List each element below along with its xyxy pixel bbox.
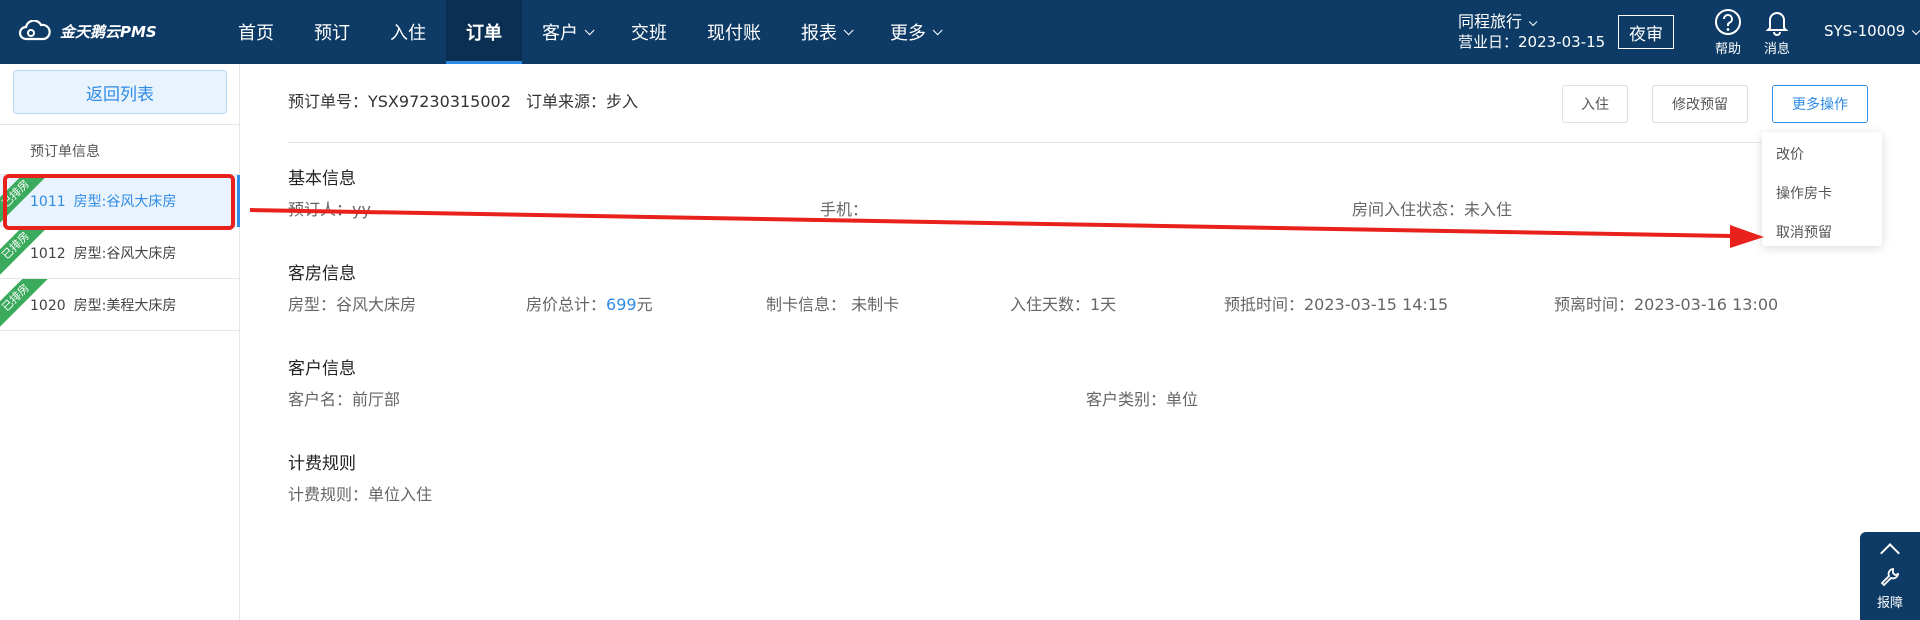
booking-info-label[interactable]: 预订单信息 <box>30 141 100 161</box>
chevron-down-icon <box>1528 17 1538 27</box>
cloud-logo-icon <box>18 20 51 41</box>
hotel-selector[interactable]: 同程旅行 营业日：2023-03-15 <box>1458 12 1605 52</box>
billing-rule-field: 计费规则：单位入住 <box>288 485 433 504</box>
logo-text: 金天鹅云PMS <box>60 22 157 41</box>
annotation-highlight-box <box>3 174 235 230</box>
basic-info-title: 基本信息 <box>288 169 356 189</box>
chevron-up-icon <box>1880 543 1900 563</box>
nav-customers[interactable]: 客户 <box>522 0 611 64</box>
checkin-button[interactable]: 入住 <box>1562 85 1628 123</box>
checkin-status-field: 房间入住状态：未入住 <box>1352 200 1513 219</box>
room-type: 房型:美程大床房 <box>73 297 177 314</box>
room-number: 1012 <box>30 245 66 262</box>
top-navbar: 金天鹅云PMS 首页 预订 入住 订单 客户 交班 现付账 报表 更多 同程旅行… <box>0 0 1920 64</box>
booker-field: 预订人：yy <box>288 200 371 219</box>
order-sidebar: 返回列表 预订单信息 已排房 1011 房型:谷风大床房 已排房 1012 房型:谷… <box>0 64 240 620</box>
divider <box>0 124 240 125</box>
app-logo[interactable]: 金天鹅云PMS <box>18 20 157 42</box>
order-header: 预订单号：YSX97230315002 订单来源：步入 <box>288 88 648 112</box>
customer-name-field: 客户名：前厅部 <box>288 390 401 409</box>
chevron-down-icon <box>932 24 943 35</box>
business-day: 营业日：2023-03-15 <box>1458 33 1606 51</box>
wrench-icon <box>1880 567 1900 587</box>
room-info-title: 客房信息 <box>288 264 356 284</box>
more-actions-menu: 改价 操作房卡 取消预留 <box>1762 132 1882 246</box>
room-type-field: 房型：谷风大床房 <box>288 295 417 314</box>
total-price-field: 房价总计：699元 <box>526 295 653 314</box>
customer-info-title: 客户信息 <box>288 359 356 379</box>
order-number: 预订单号：YSX97230315002 <box>288 92 511 111</box>
user-account[interactable]: SYS-10009 <box>1824 22 1920 40</box>
nav-home[interactable]: 首页 <box>218 0 294 64</box>
repair-float-button[interactable]: 报障 <box>1860 532 1920 620</box>
room-number: 1020 <box>30 297 66 314</box>
room-type: 房型:谷风大床房 <box>73 245 177 262</box>
repair-label: 报障 <box>1876 596 1903 611</box>
help-button[interactable]: 帮助 <box>1703 8 1753 57</box>
chevron-down-icon <box>1912 26 1920 36</box>
phone-field: 手机： <box>820 200 869 219</box>
card-info-field: 制卡信息： 未制卡 <box>766 295 900 314</box>
messages-button[interactable]: 消息 <box>1752 8 1802 57</box>
menu-item-change-price[interactable]: 改价 <box>1776 144 1804 164</box>
night-audit-button[interactable]: 夜审 <box>1618 15 1674 49</box>
departure-time-field: 预离时间：2023-03-16 13:00 <box>1554 295 1779 314</box>
hotel-name: 同程旅行 <box>1458 12 1523 31</box>
chevron-down-icon <box>843 24 854 35</box>
modify-reservation-button[interactable]: 修改预留 <box>1652 85 1748 123</box>
help-icon <box>1715 9 1741 35</box>
nights-field: 入住天数：1天 <box>1010 295 1117 314</box>
nav-orders[interactable]: 订单 <box>446 0 522 64</box>
back-to-list-button[interactable]: 返回列表 <box>13 70 227 114</box>
order-source: 订单来源：步入 <box>525 92 638 111</box>
menu-item-cancel-reservation[interactable]: 取消预留 <box>1776 222 1832 242</box>
billing-rule-title: 计费规则 <box>288 454 356 474</box>
room-item-1020[interactable]: 已排房 1020 房型:美程大床房 <box>0 279 240 331</box>
arrival-time-field: 预抵时间：2023-03-15 14:15 <box>1224 295 1449 314</box>
nav-booking[interactable]: 预订 <box>294 0 370 64</box>
room-item-1012[interactable]: 已排房 1012 房型:谷风大床房 <box>0 227 240 279</box>
nav-cash-account[interactable]: 现付账 <box>687 0 781 64</box>
main-nav: 首页 预订 入住 订单 客户 交班 现付账 报表 更多 <box>218 0 959 64</box>
total-price-value: 699 <box>606 295 637 314</box>
customer-category-field: 客户类别：单位 <box>1086 390 1199 409</box>
bell-icon <box>1765 12 1789 36</box>
nav-checkin[interactable]: 入住 <box>370 0 446 64</box>
more-actions-button[interactable]: 更多操作 <box>1772 85 1868 123</box>
divider <box>288 142 1880 143</box>
menu-item-room-card[interactable]: 操作房卡 <box>1776 183 1832 203</box>
order-detail: 预订单号：YSX97230315002 订单来源：步入 入住 修改预留 更多操作… <box>240 64 1920 620</box>
nav-reports[interactable]: 报表 <box>781 0 870 64</box>
chevron-down-icon <box>584 24 595 35</box>
nav-shift[interactable]: 交班 <box>611 0 687 64</box>
nav-more[interactable]: 更多 <box>870 0 959 64</box>
